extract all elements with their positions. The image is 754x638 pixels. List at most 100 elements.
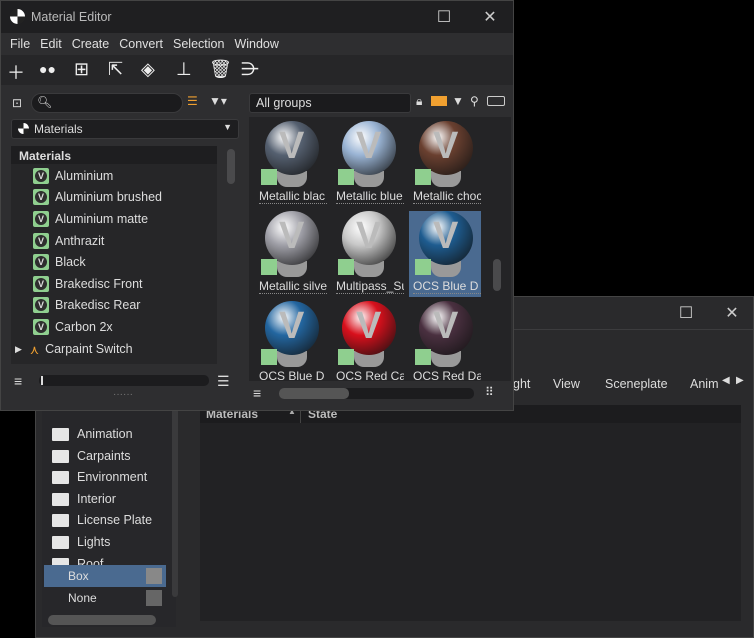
- vertical-scrollbar[interactable]: [172, 407, 178, 597]
- menu-create[interactable]: Create: [72, 37, 110, 51]
- tree-item[interactable]: V Black: [33, 252, 86, 272]
- material-thumbnail[interactable]: OCS Blue D: [255, 301, 327, 381]
- tree-item[interactable]: V Brakedisc Front: [33, 274, 143, 294]
- folder-icon: [52, 492, 69, 506]
- sub-item-none[interactable]: None: [44, 587, 166, 609]
- material-sphere: [419, 301, 473, 355]
- folder-item[interactable]: License Plate: [52, 510, 152, 530]
- filter-icon[interactable]: ▼: [452, 94, 464, 108]
- list-menu-icon[interactable]: ≡: [14, 373, 22, 389]
- tree-item-label: Carpaint Switch: [45, 342, 133, 356]
- tree-item[interactable]: V Carbon 2x: [33, 317, 113, 337]
- search-icon[interactable]: ⚲: [470, 94, 479, 108]
- tree-item-label: Brakedisc Rear: [55, 298, 141, 312]
- tab-sceneplate[interactable]: Sceneplate: [605, 377, 668, 391]
- tab-light[interactable]: ght: [513, 377, 530, 391]
- tree-item[interactable]: ▶ ⋏ Carpaint Switch: [15, 339, 133, 359]
- material-badge-icon: [261, 169, 277, 185]
- menu-selection[interactable]: Selection: [173, 37, 224, 51]
- select-nodes-icon[interactable]: ⊞: [74, 59, 89, 80]
- material-label: OCS Blue D: [413, 279, 481, 294]
- lock-icon[interactable]: 🔒︎: [416, 94, 422, 109]
- folder-item[interactable]: Animation: [52, 424, 133, 444]
- tab-scroll-left-icon[interactable]: ◀: [722, 375, 730, 386]
- menu-file[interactable]: File: [10, 37, 30, 51]
- maximize-button[interactable]: ☐: [434, 7, 454, 27]
- material-thumbnail[interactable]: Metallic blue: [332, 121, 404, 207]
- tree-view-icon[interactable]: ☰: [187, 94, 198, 108]
- group-filter-field[interactable]: All groups: [249, 93, 411, 113]
- cleanup-icon[interactable]: ⊥: [176, 59, 192, 80]
- close-button[interactable]: ✕: [480, 7, 500, 27]
- title-bar: Material Editor ☐ ✕: [1, 1, 513, 33]
- folder-item[interactable]: Lights: [52, 532, 110, 552]
- collapse-icon[interactable]: ☰: [217, 373, 230, 390]
- material-sphere: [419, 121, 473, 175]
- resize-handle[interactable]: ······: [113, 389, 133, 400]
- sub-item-label: None: [68, 591, 97, 605]
- folder-icon: [52, 449, 69, 463]
- horizontal-scrollbar[interactable]: [48, 615, 156, 625]
- add-material-icon[interactable]: ＋: [7, 59, 25, 85]
- menu-window[interactable]: Window: [234, 37, 278, 51]
- window-title: Material Editor: [31, 10, 112, 24]
- expand-arrow-icon[interactable]: ▶: [15, 344, 22, 355]
- folder-icon: [52, 513, 69, 527]
- folder-label: Carpaints: [77, 449, 131, 463]
- tag-icon[interactable]: [487, 96, 505, 106]
- material-thumbnail[interactable]: Metallic silve: [255, 211, 327, 297]
- folder-item[interactable]: Interior: [52, 489, 116, 509]
- graph-icon[interactable]: ⋺: [241, 59, 259, 80]
- close-button[interactable]: ✕: [722, 303, 742, 323]
- menu-bar: File Edit Create Convert Selection Window: [10, 37, 289, 51]
- search-icon: 🔍︎: [37, 95, 53, 109]
- group-icon[interactable]: [431, 96, 447, 106]
- folder-item[interactable]: Environment: [52, 467, 147, 487]
- material-sphere: [342, 211, 396, 265]
- folder-item[interactable]: Carpaints: [52, 446, 131, 466]
- material-thumbnail[interactable]: Metallic choc: [409, 121, 481, 207]
- tree-item[interactable]: V Anthrazit: [33, 231, 104, 251]
- duplicate-icon[interactable]: ●●: [39, 61, 56, 77]
- maximize-button[interactable]: ☐: [676, 303, 696, 323]
- select-assigned-icon[interactable]: ⇱: [108, 59, 123, 80]
- grid-scrollbar[interactable]: [493, 259, 501, 291]
- tree-item-label: Carbon 2x: [55, 320, 113, 334]
- tree-item[interactable]: V Aluminium: [33, 166, 113, 186]
- search-input[interactable]: [31, 93, 183, 113]
- material-thumbnail[interactable]: OCS Red Dar: [409, 301, 481, 381]
- material-badge-icon: V: [33, 233, 49, 249]
- material-thumbnail[interactable]: Multipass_Su: [332, 211, 404, 297]
- tree-item[interactable]: V Aluminium matte: [33, 209, 148, 229]
- material-thumbnail[interactable]: OCS Blue D: [409, 211, 481, 297]
- material-badge-icon: V: [33, 297, 49, 313]
- list-menu-icon[interactable]: ≡: [253, 385, 261, 401]
- material-sphere: [342, 301, 396, 355]
- tab-scroll-right-icon[interactable]: ▶: [736, 375, 744, 386]
- tree-item[interactable]: V Aluminium brushed: [33, 187, 162, 207]
- tab-animation[interactable]: Anim: [690, 377, 718, 391]
- thumbnail-size-slider[interactable]: [279, 388, 474, 399]
- sub-item-box[interactable]: Box: [44, 565, 166, 587]
- apply-material-icon[interactable]: ◈: [141, 59, 155, 80]
- delete-icon[interactable]: 🗑: [209, 59, 232, 80]
- menu-edit[interactable]: Edit: [40, 37, 62, 51]
- material-grid: Metallic blac Metallic blue Metallic choc M…: [249, 117, 511, 381]
- material-thumbnail[interactable]: Metallic blac: [255, 121, 327, 207]
- menu-convert[interactable]: Convert: [119, 37, 163, 51]
- material-label: OCS Red Car: [336, 369, 404, 381]
- dropdown-value: Materials: [34, 122, 83, 136]
- material-sphere: [265, 211, 319, 265]
- grid-view-icon[interactable]: ⠿: [485, 385, 494, 399]
- material-label: Metallic silve: [259, 279, 327, 294]
- folder-icon: [52, 535, 69, 549]
- materials-dropdown[interactable]: Materials ▼: [11, 119, 239, 139]
- material-thumbnail[interactable]: OCS Red Car: [332, 301, 404, 381]
- tree-scrollbar[interactable]: [227, 149, 235, 184]
- scene-search-icon[interactable]: ⊡: [12, 96, 22, 110]
- tree-zoom-slider[interactable]: [39, 375, 209, 386]
- filter-dropdown-icon[interactable]: ▼▾: [209, 94, 227, 108]
- material-badge-icon: [415, 259, 431, 275]
- tree-item[interactable]: V Brakedisc Rear: [33, 295, 140, 315]
- tab-view[interactable]: View: [553, 377, 580, 391]
